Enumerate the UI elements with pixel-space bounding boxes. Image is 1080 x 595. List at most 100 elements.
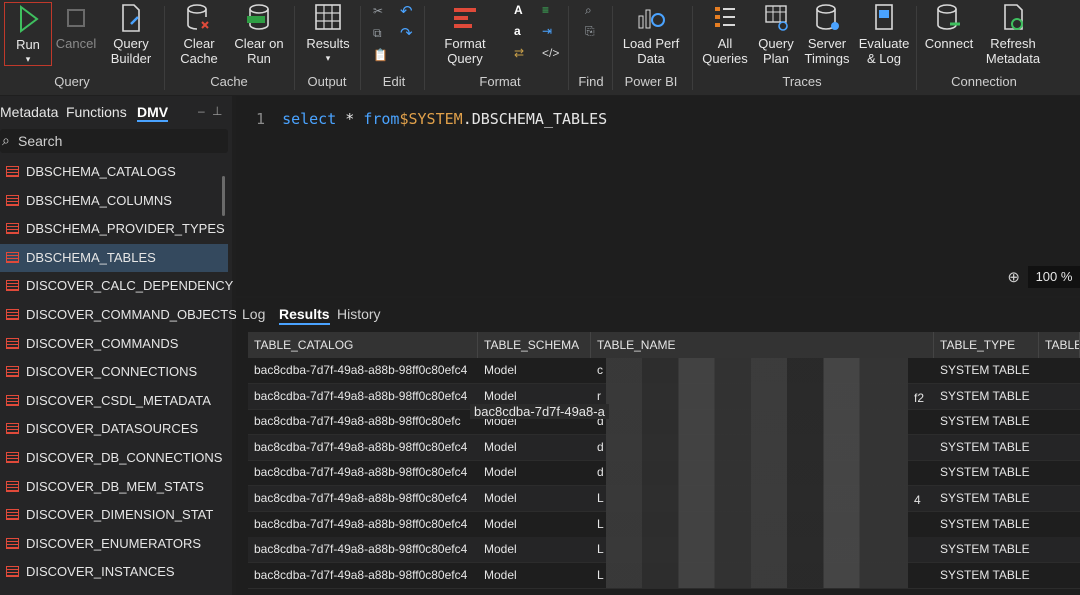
tab-metadata[interactable]: Metadata <box>0 104 58 120</box>
table-icon <box>6 309 19 320</box>
divider <box>294 6 295 90</box>
pin-icon[interactable]: ⊥ <box>212 104 222 118</box>
dmv-item[interactable]: DBSCHEMA_COLUMNS <box>0 187 228 215</box>
table-cell[interactable]: Model <box>478 486 591 511</box>
table-cell[interactable]: bac8cdba-7d7f-49a8-a88b-98ff0c80efc4 <box>248 460 478 485</box>
star-token: * <box>345 110 355 128</box>
redacted-area <box>606 358 908 588</box>
indent-icon[interactable]: ⇥ <box>542 24 552 38</box>
lowercase-icon[interactable]: a <box>514 24 521 38</box>
dmv-item[interactable]: DISCOVER_DB_CONNECTIONS <box>0 444 228 472</box>
code-icon[interactable]: </> <box>542 46 559 60</box>
stop-icon <box>67 9 85 27</box>
undo-icon[interactable]: ↶ <box>400 2 413 20</box>
dmv-item[interactable]: DISCOVER_DATASOURCES <box>0 415 228 443</box>
zoom-icon[interactable]: ⊕ <box>1007 268 1020 286</box>
table-cell[interactable]: bac8cdba-7d7f-49a8-a88b-98ff0c80efc4 <box>248 537 478 562</box>
table-cell[interactable]: Model <box>478 460 591 485</box>
find-group-label: Find <box>578 74 604 89</box>
column-header-table-extra[interactable]: TABLE_ <box>1039 332 1080 358</box>
zoom-level[interactable]: 100 % <box>1028 266 1080 288</box>
format-query-button[interactable]: Format Query <box>432 2 498 66</box>
redo-icon[interactable]: ↷ <box>400 24 413 42</box>
table-cell[interactable]: Model <box>478 435 591 460</box>
search-icon[interactable]: ⌕ <box>585 3 592 18</box>
cancel-button[interactable]: Cancel <box>54 2 98 51</box>
swap-icon[interactable]: ⇄ <box>514 46 524 60</box>
table-cell[interactable]: bac8cdba-7d7f-49a8-a88b-98ff0c80efc <box>248 409 478 434</box>
query-builder-button[interactable]: Query Builder <box>104 2 158 66</box>
tab-functions[interactable]: Functions <box>66 104 127 120</box>
table-cell[interactable]: Model <box>478 358 591 383</box>
dmv-item[interactable]: DISCOVER_CALC_DEPENDENCY <box>0 272 233 300</box>
results-button[interactable]: Results ▾ <box>302 2 354 66</box>
comment-icon[interactable]: ≡ <box>542 3 549 17</box>
table-cell[interactable]: bac8cdba-7d7f-49a8-a88b-98ff0c80efc4 <box>248 563 478 588</box>
tab-results[interactable]: Results <box>279 306 330 325</box>
dmv-item[interactable]: DISCOVER_CSDL_METADATA <box>0 387 228 415</box>
scrollbar-thumb[interactable] <box>222 176 225 216</box>
replace-icon[interactable]: ⎘ <box>585 24 595 39</box>
dmv-item[interactable]: DBSCHEMA_CATALOGS <box>0 158 228 186</box>
table-cell[interactable]: SYSTEM TABLE <box>934 409 1039 434</box>
dmv-item[interactable]: DBSCHEMA_TABLES <box>0 243 228 272</box>
connect-button[interactable]: Connect <box>922 2 976 51</box>
table-cell[interactable]: Model <box>478 563 591 588</box>
table-icon <box>6 251 19 263</box>
dmv-item[interactable]: DISCOVER_DIMENSION_STAT <box>0 501 228 529</box>
table-cell[interactable]: SYSTEM TABLE <box>934 486 1039 511</box>
table-cell[interactable]: bac8cdba-7d7f-49a8-a88b-98ff0c80efc4 <box>248 435 478 460</box>
minimize-icon[interactable]: – <box>198 104 205 118</box>
clear-on-run-button[interactable]: Clear on Run <box>232 2 286 66</box>
database-timer-icon <box>816 4 839 30</box>
column-header-table-type[interactable]: TABLE_TYPE <box>934 332 1039 358</box>
dmv-item[interactable]: DBSCHEMA_PROVIDER_TYPES <box>0 215 228 243</box>
table-cell[interactable]: bac8cdba-7d7f-49a8-a88b-98ff0c80efc4 <box>248 384 478 409</box>
dmv-item[interactable]: DISCOVER_INSTANCES <box>0 558 228 586</box>
table-cell[interactable]: bac8cdba-7d7f-49a8-a88b-98ff0c80efc4 <box>248 358 478 383</box>
powerbi-group-label: Power BI <box>624 74 678 89</box>
tab-history[interactable]: History <box>337 306 381 322</box>
refresh-metadata-button[interactable]: Refresh Metadata <box>982 2 1044 66</box>
dmv-item[interactable]: DISCOVER_CONNECTIONS <box>0 358 228 386</box>
dmv-item[interactable]: DISCOVER_ENUMERATORS <box>0 530 228 558</box>
column-header-table-schema[interactable]: TABLE_SCHEMA <box>478 332 591 358</box>
dmv-item[interactable]: DISCOVER_COMMANDS <box>0 330 228 358</box>
table-cell[interactable]: bac8cdba-7d7f-49a8-a88b-98ff0c80efc4 <box>248 486 478 511</box>
play-icon <box>20 5 39 33</box>
table-cell[interactable]: SYSTEM TABLE <box>934 384 1039 409</box>
server-timings-label: Server Timings <box>804 36 850 66</box>
table-cell[interactable]: SYSTEM TABLE <box>934 512 1039 537</box>
table-cell[interactable]: SYSTEM TABLE <box>934 460 1039 485</box>
clear-cache-button[interactable]: Clear Cache <box>172 2 226 66</box>
cut-icon[interactable]: ✂ <box>373 4 383 18</box>
copy-icon[interactable]: ⧉ <box>373 26 382 41</box>
dmv-item[interactable]: DISCOVER_DB_MEM_STATS <box>0 473 228 501</box>
run-button[interactable]: Run ▾ <box>4 2 52 66</box>
tab-dmv[interactable]: DMV <box>137 104 169 122</box>
load-perf-data-button[interactable]: Load Perf Data <box>620 2 682 66</box>
table-cell[interactable]: Model <box>478 537 591 562</box>
column-header-table-name[interactable]: TABLE_NAME <box>591 332 934 358</box>
uppercase-icon[interactable]: A <box>514 3 523 17</box>
search-box[interactable]: ⌕ Search <box>0 129 228 153</box>
column-header-table-catalog[interactable]: TABLE_CATALOG <box>248 332 478 358</box>
all-queries-label: All Queries <box>702 36 748 66</box>
dmv-item[interactable]: DISCOVER_COMMAND_OBJECTS <box>0 301 237 329</box>
code-line[interactable]: 1 select * from$SYSTEM.DBSCHEMA_TABLES <box>256 110 607 128</box>
table-cell[interactable]: Model <box>478 512 591 537</box>
query-editor[interactable]: 1 select * from$SYSTEM.DBSCHEMA_TABLES ⊕… <box>236 96 1080 296</box>
table-cell[interactable]: SYSTEM TABLE <box>934 435 1039 460</box>
all-queries-button[interactable]: All Queries <box>698 2 752 66</box>
table-cell[interactable]: SYSTEM TABLE <box>934 563 1039 588</box>
tab-log[interactable]: Log <box>242 306 265 322</box>
query-plan-button[interactable]: Query Plan <box>754 2 798 66</box>
table-cell[interactable]: SYSTEM TABLE <box>934 358 1039 383</box>
evaluate-log-button[interactable]: Evaluate & Log <box>856 2 912 66</box>
server-timings-button[interactable]: Server Timings <box>800 2 854 66</box>
table-cell[interactable]: SYSTEM TABLE <box>934 537 1039 562</box>
dmv-item-label: DISCOVER_INSTANCES <box>26 564 175 580</box>
chevron-down-icon: ▾ <box>25 54 31 64</box>
table-cell[interactable]: bac8cdba-7d7f-49a8-a88b-98ff0c80efc4 <box>248 512 478 537</box>
paste-icon[interactable]: 📋 <box>373 48 388 62</box>
